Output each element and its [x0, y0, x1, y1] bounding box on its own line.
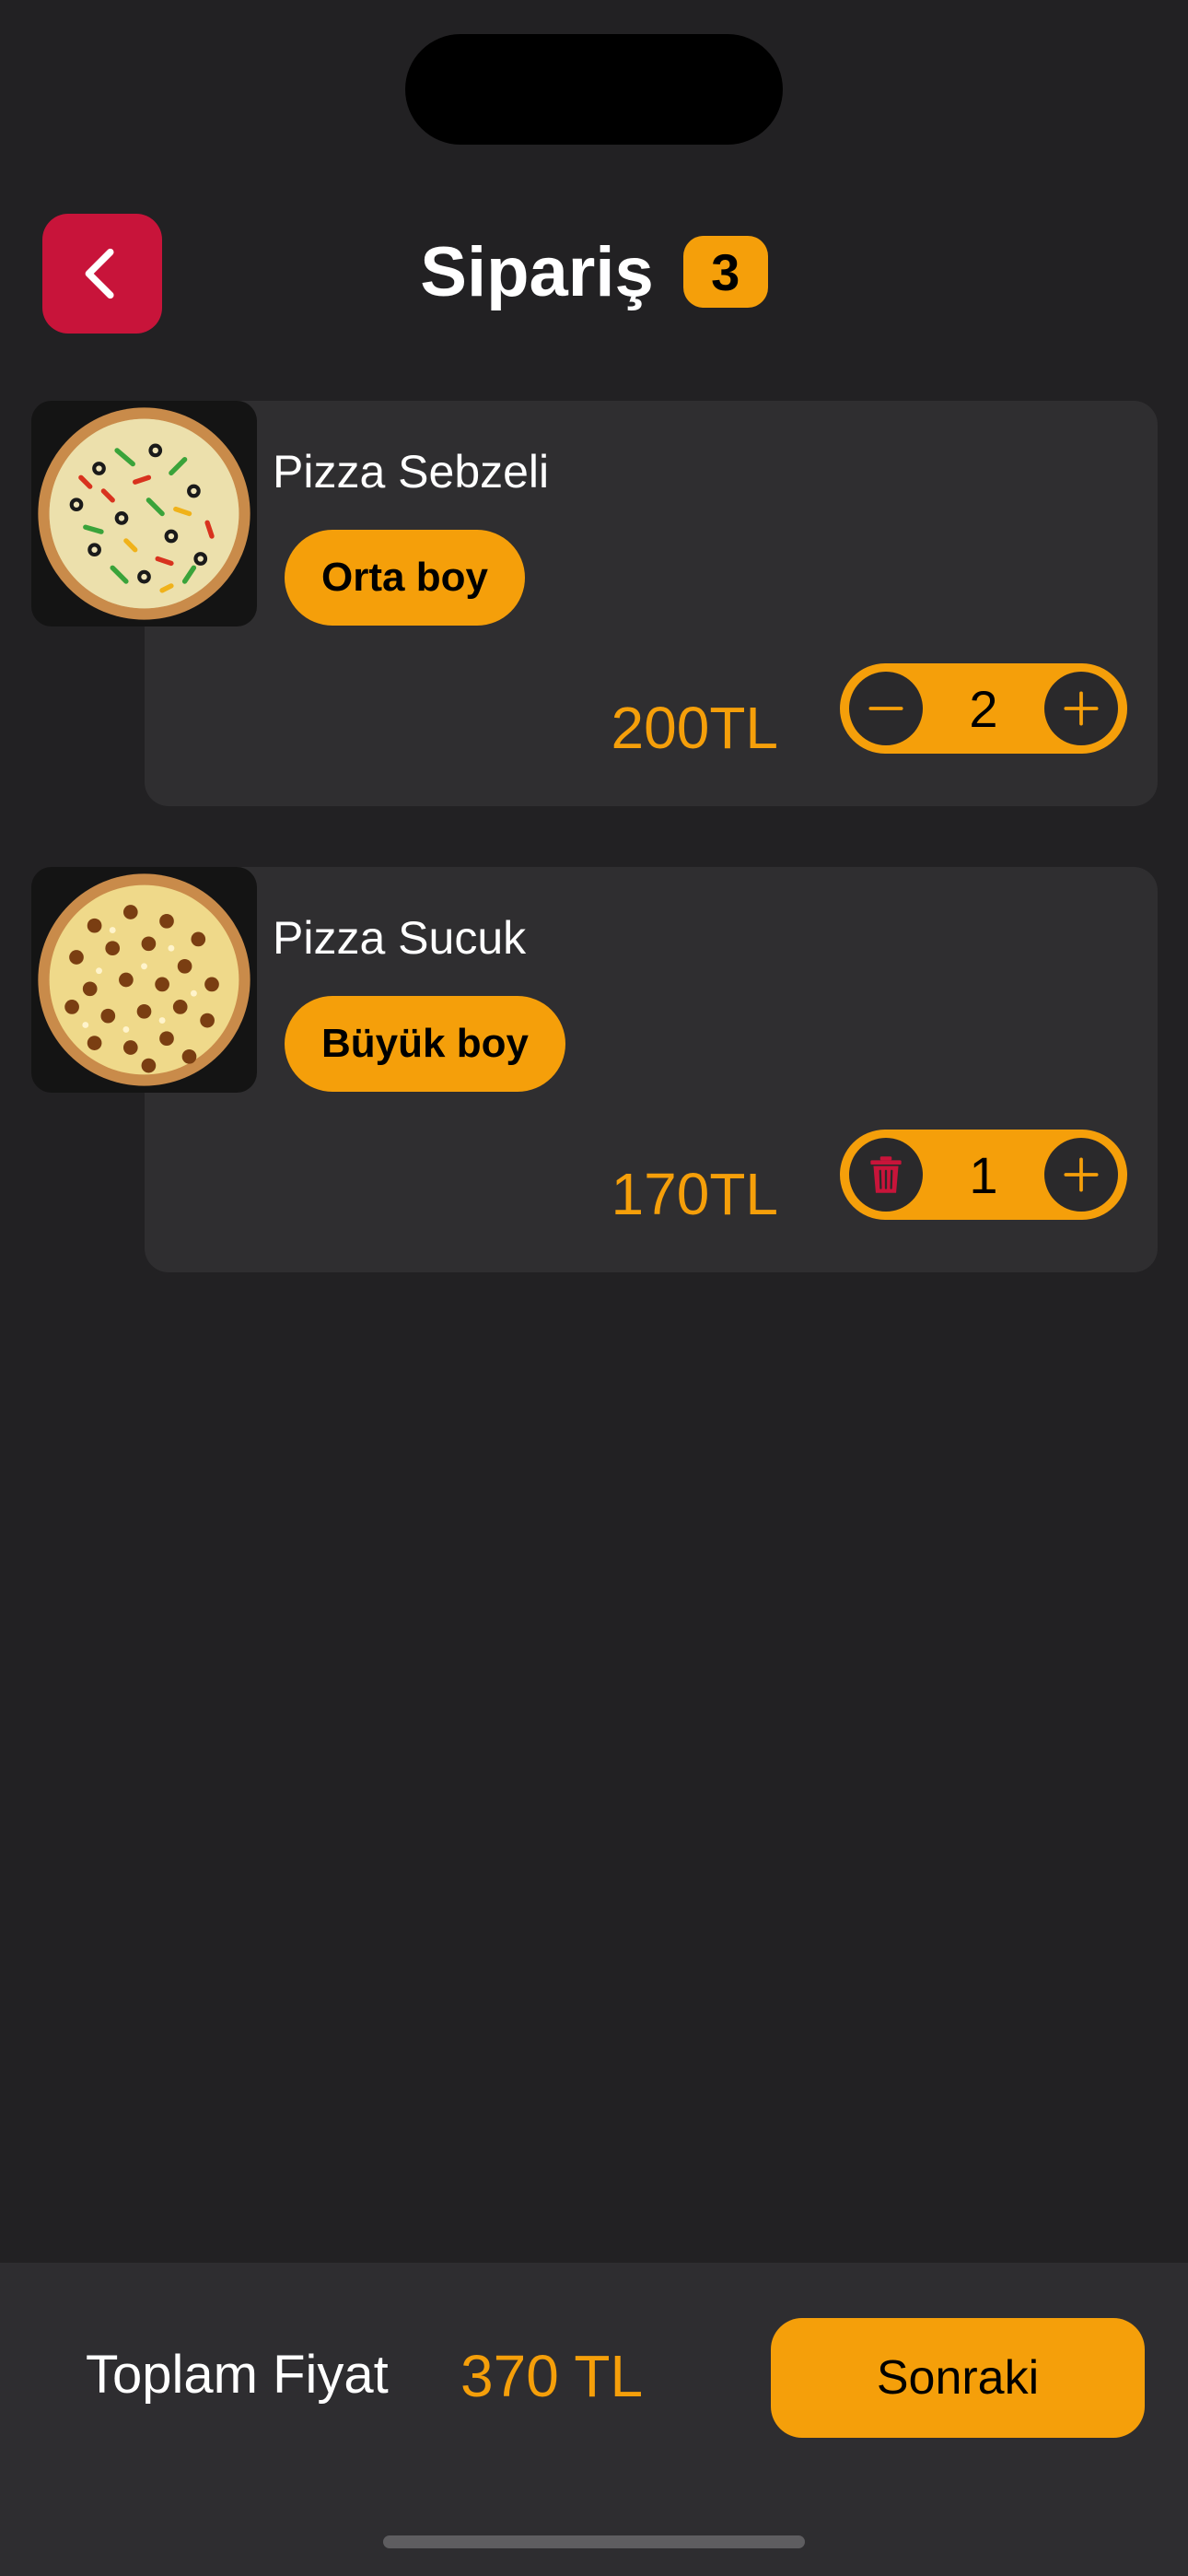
delete-button[interactable] [849, 1138, 923, 1212]
item-price: 200TL [611, 695, 778, 761]
item-price: 170TL [611, 1161, 778, 1227]
quantity-value: 1 [969, 1145, 998, 1204]
total-price-label: Toplam Fiyat [86, 2345, 389, 2405]
quantity-stepper: 2 [840, 663, 1127, 754]
page-title: Sipariş [420, 232, 654, 311]
plus-icon [1064, 1157, 1099, 1192]
pizza-sucuk-image [31, 867, 257, 1093]
next-button[interactable]: Sonraki [771, 2318, 1145, 2438]
dynamic-island [405, 34, 783, 145]
quantity-stepper: 1 [840, 1130, 1127, 1220]
minus-icon [868, 707, 903, 710]
cart-item: Pizza Sebzeli Orta boy 200TL 2 [0, 401, 1188, 806]
decrease-button[interactable] [849, 672, 923, 745]
item-count-badge: 3 [682, 236, 768, 308]
pizza-vegetable-image [31, 401, 257, 626]
increase-button[interactable] [1044, 672, 1118, 745]
plus-icon [1064, 691, 1099, 726]
home-indicator[interactable] [383, 2535, 805, 2548]
quantity-value: 2 [969, 679, 998, 738]
checkout-bar: Toplam Fiyat 370 TL Sonraki [0, 2263, 1188, 2576]
cart-item: Pizza Sucuk Büyük boy 170TL 1 [0, 867, 1188, 1272]
size-chip[interactable]: Orta boy [285, 530, 525, 626]
increase-button[interactable] [1044, 1138, 1118, 1212]
order-screen: Sipariş 3 Pizza Sebzeli Orta boy 200TL 2… [0, 0, 1188, 2576]
item-name: Pizza Sucuk [273, 912, 527, 964]
header: Sipariş 3 [0, 221, 1188, 322]
item-name: Pizza Sebzeli [273, 446, 550, 498]
trash-icon [870, 1156, 902, 1193]
total-price-value: 370 TL [460, 2343, 644, 2409]
size-chip[interactable]: Büyük boy [285, 996, 565, 1092]
